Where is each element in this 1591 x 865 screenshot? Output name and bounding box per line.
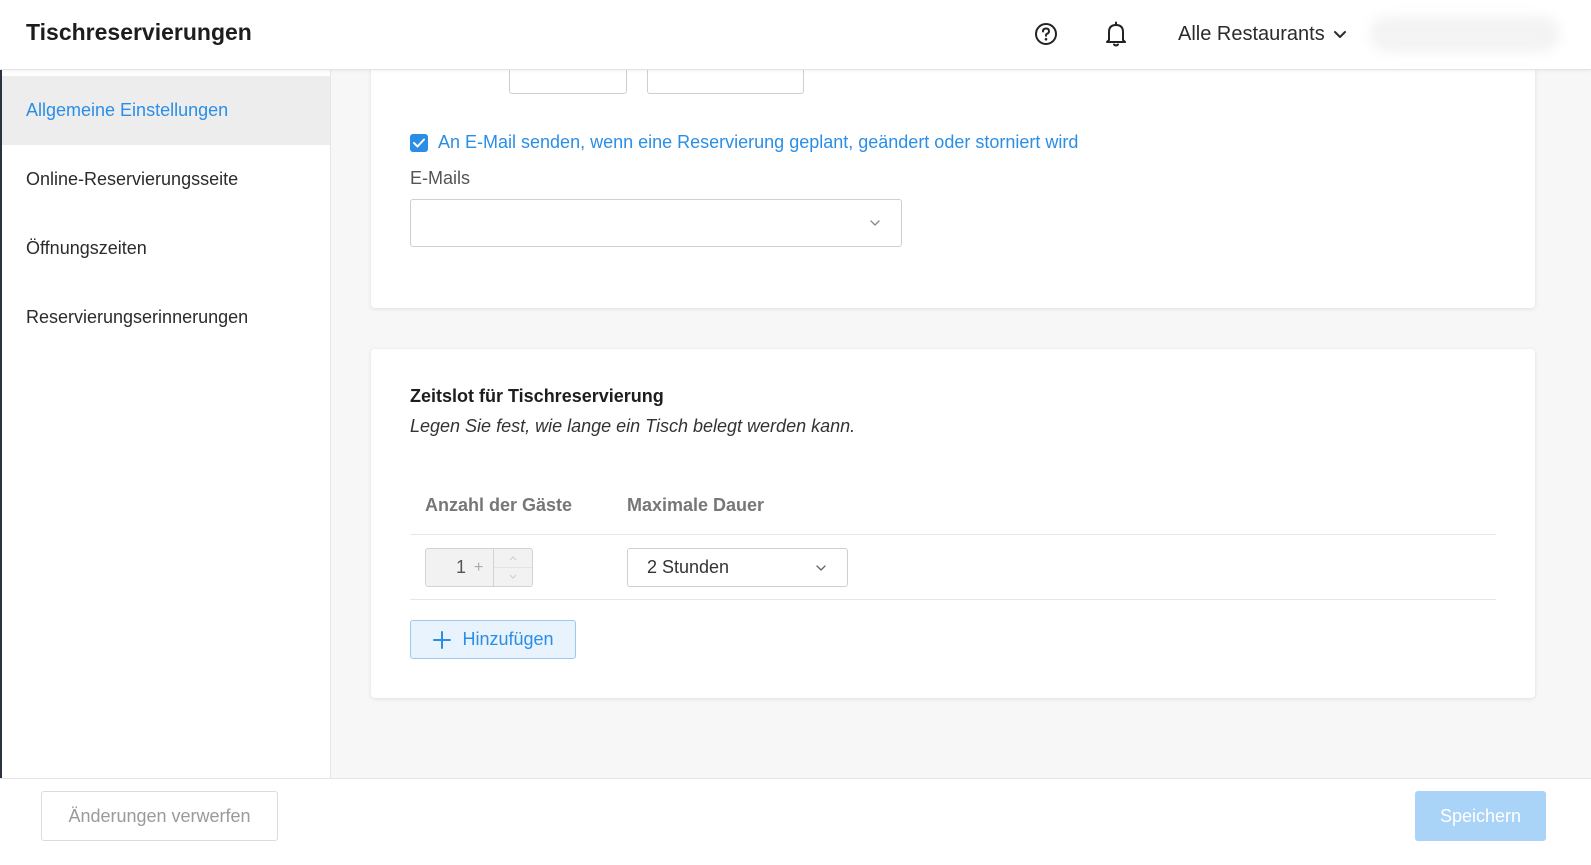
chevron-down-icon xyxy=(509,574,517,579)
send-email-checkbox[interactable] xyxy=(410,133,428,152)
chevron-down-icon xyxy=(1333,31,1346,38)
send-email-checkbox-row[interactable]: An E-Mail senden, wenn eine Reservierung… xyxy=(410,132,1078,153)
emails-select[interactable] xyxy=(410,199,902,247)
max-duration-select[interactable]: 2 Stunden xyxy=(627,548,848,587)
emails-field-label: E-Mails xyxy=(410,168,471,188)
settings-sidebar: Allgemeine Einstellungen Online-Reservie… xyxy=(2,70,331,778)
sidebar-item-opening-hours[interactable]: Öffnungszeiten xyxy=(2,214,330,283)
table-row-divider xyxy=(410,599,1496,600)
add-timeslot-button[interactable]: Hinzufügen xyxy=(410,620,576,659)
plus-icon xyxy=(433,630,452,649)
guests-stepper[interactable]: 1 + xyxy=(425,548,533,587)
chevron-up-icon xyxy=(509,556,517,561)
add-timeslot-label: Hinzufügen xyxy=(462,629,554,649)
sidebar-item-reservation-reminders[interactable]: Reservierungserinnerungen xyxy=(2,283,330,352)
sidebar-item-label: Online-Reservierungsseite xyxy=(26,169,239,189)
column-header-max-duration: Maximale Dauer xyxy=(627,495,765,515)
sidebar-item-label: Allgemeine Einstellungen xyxy=(26,100,229,120)
timeslot-title: Zeitslot für Tischreservierung xyxy=(410,386,664,406)
chevron-down-icon xyxy=(816,565,826,571)
guests-value: 1 xyxy=(456,557,467,577)
restaurant-selector-label: Alle Restaurants xyxy=(1178,22,1325,45)
save-button[interactable]: Speichern xyxy=(1415,791,1546,841)
restaurant-selector[interactable]: Alle Restaurants xyxy=(1178,20,1347,48)
chevron-down-icon xyxy=(870,220,880,226)
column-header-guests: Anzahl der Gäste xyxy=(425,495,573,515)
sidebar-item-label: Öffnungszeiten xyxy=(26,238,147,258)
send-email-checkbox-label: An E-Mail senden, wenn eine Reservierung… xyxy=(438,132,1079,152)
check-icon xyxy=(413,138,425,147)
guests-stepper-value[interactable]: 1 + xyxy=(426,549,493,586)
help-circle-icon[interactable] xyxy=(1033,21,1059,47)
bell-icon[interactable] xyxy=(1103,20,1129,48)
sidebar-item-general-settings[interactable]: Allgemeine Einstellungen xyxy=(2,76,330,145)
discard-changes-button[interactable]: Änderungen verwerfen xyxy=(41,791,278,841)
guests-plus-suffix: + xyxy=(474,558,484,576)
sidebar-item-online-booking-page[interactable]: Online-Reservierungsseite xyxy=(2,145,330,214)
max-duration-value: 2 Stunden xyxy=(647,557,730,577)
table-divider xyxy=(410,534,1496,535)
page-title: Tischreservierungen xyxy=(26,19,252,45)
stepper-up-button[interactable] xyxy=(494,549,532,568)
stepper-down-button[interactable] xyxy=(494,568,532,586)
sidebar-item-label: Reservierungserinnerungen xyxy=(26,307,249,327)
stepper-arrows xyxy=(493,549,532,586)
top-bar: Tischreservierungen Alle Restaurants xyxy=(0,0,1591,70)
timeslot-subtitle: Legen Sie fest, wie lange ein Tisch bele… xyxy=(410,416,856,436)
user-menu[interactable] xyxy=(1370,16,1560,52)
